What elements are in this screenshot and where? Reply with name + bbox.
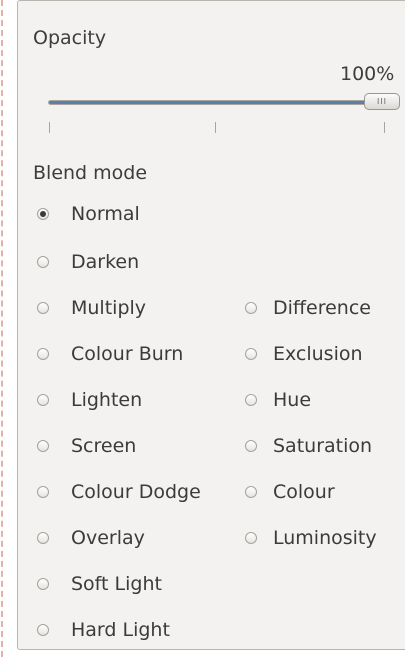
radio-label-soft-light[interactable]: Soft Light: [71, 573, 162, 595]
opacity-value: 100%: [340, 63, 395, 85]
slider-tick-start: [49, 122, 50, 133]
radio-label-colour-dodge[interactable]: Colour Dodge: [71, 481, 201, 503]
dashed-border-decoration: [1, 0, 3, 657]
radio-label-hue[interactable]: Hue: [273, 389, 311, 411]
radio-screen[interactable]: [37, 440, 49, 452]
radio-label-overlay[interactable]: Overlay: [71, 527, 145, 549]
radio-lighten[interactable]: [37, 394, 49, 406]
radio-label-multiply[interactable]: Multiply: [71, 297, 146, 319]
radio-multiply[interactable]: [37, 302, 49, 314]
radio-normal[interactable]: [37, 208, 49, 220]
radio-label-lighten[interactable]: Lighten: [71, 389, 142, 411]
radio-colour-dodge[interactable]: [37, 486, 49, 498]
slider-tick-middle: [215, 122, 216, 133]
blend-mode-label: Blend mode: [33, 162, 148, 184]
radio-label-luminosity[interactable]: Luminosity: [273, 527, 377, 549]
radio-label-normal[interactable]: Normal: [71, 203, 140, 225]
radio-hue[interactable]: [245, 394, 257, 406]
radio-soft-light[interactable]: [37, 578, 49, 590]
radio-label-difference[interactable]: Difference: [273, 297, 371, 319]
radio-exclusion[interactable]: [245, 348, 257, 360]
opacity-slider[interactable]: [48, 100, 368, 105]
radio-colour-burn[interactable]: [37, 348, 49, 360]
radio-label-exclusion[interactable]: Exclusion: [273, 343, 363, 365]
radio-darken[interactable]: [37, 256, 49, 268]
radio-hard-light[interactable]: [37, 624, 49, 636]
radio-label-colour[interactable]: Colour: [273, 481, 335, 503]
radio-luminosity[interactable]: [245, 532, 257, 544]
radio-label-darken[interactable]: Darken: [71, 251, 139, 273]
radio-label-screen[interactable]: Screen: [71, 435, 136, 457]
layer-properties-panel: [17, 0, 405, 650]
radio-difference[interactable]: [245, 302, 257, 314]
opacity-slider-handle[interactable]: III: [364, 93, 400, 110]
radio-label-saturation[interactable]: Saturation: [273, 435, 372, 457]
slider-tick-end: [384, 122, 385, 133]
opacity-label: Opacity: [33, 27, 107, 49]
opacity-slider-fill: [49, 101, 367, 104]
radio-label-colour-burn[interactable]: Colour Burn: [71, 343, 183, 365]
radio-saturation[interactable]: [245, 440, 257, 452]
radio-colour[interactable]: [245, 486, 257, 498]
radio-label-hard-light[interactable]: Hard Light: [71, 619, 170, 641]
radio-overlay[interactable]: [37, 532, 49, 544]
slider-grip-icon: III: [376, 97, 388, 106]
